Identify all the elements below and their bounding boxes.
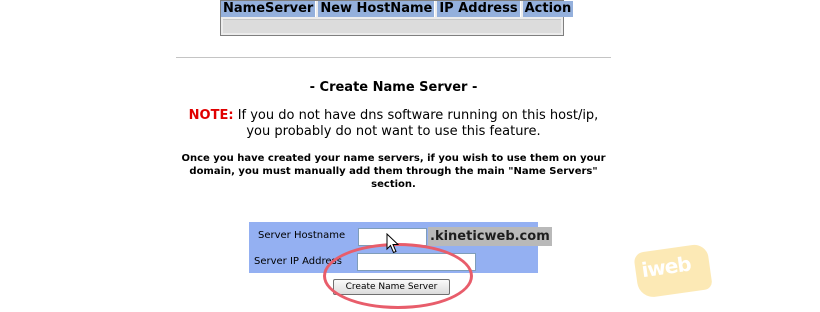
note-text-line2: you probably do not want to use this fea… bbox=[246, 124, 541, 139]
server-hostname-label: Server Hostname bbox=[258, 230, 346, 241]
section-divider bbox=[176, 57, 611, 58]
info-text: Once you have created your name servers,… bbox=[0, 152, 787, 191]
column-header-new-hostname: New HostName bbox=[318, 1, 436, 17]
iweb-logo: iweb bbox=[633, 243, 713, 299]
info-text-line2: domain, you must manually add them throu… bbox=[189, 166, 598, 177]
domain-suffix: .kineticweb.com bbox=[428, 227, 552, 246]
nameserver-table: NameServer New HostName IP Address Actio… bbox=[220, 0, 574, 36]
column-header-ip-address: IP Address bbox=[437, 1, 521, 17]
note-text-line1: If you do not have dns software running … bbox=[233, 108, 599, 123]
empty-table-row bbox=[223, 19, 561, 33]
note-label: NOTE: bbox=[188, 108, 234, 123]
info-text-line3: section. bbox=[371, 179, 416, 190]
info-text-line1: Once you have created your name servers,… bbox=[181, 153, 606, 164]
column-header-nameserver: NameServer bbox=[221, 1, 317, 17]
nameserver-table-header: NameServer New HostName IP Address Actio… bbox=[221, 1, 574, 17]
column-header-action: Action bbox=[522, 1, 574, 17]
mouse-cursor-icon bbox=[386, 233, 400, 254]
section-title: - Create Name Server - bbox=[309, 80, 478, 95]
note-block: NOTE: If you do not have dns software ru… bbox=[0, 108, 787, 140]
